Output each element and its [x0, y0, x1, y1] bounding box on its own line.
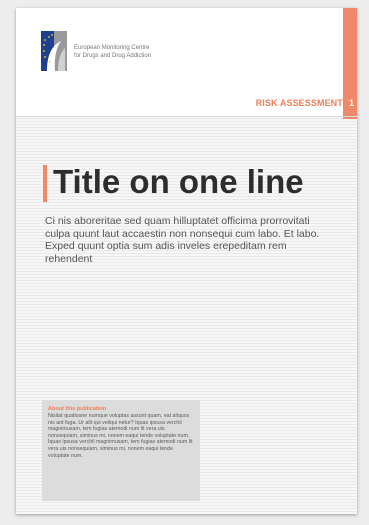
summary-paragraph: Ci nis aboreritae sed quam hilluptatet o… — [45, 215, 320, 265]
about-publication-box: About this publication Nisitat quatiosne… — [42, 400, 200, 501]
about-title: About this publication — [48, 406, 107, 412]
page-number: 1 — [349, 98, 355, 108]
document-page: European Monitoring Centre for Drugs and… — [16, 8, 357, 514]
agency-name-line-1: European Monitoring Centre — [74, 45, 150, 51]
about-text: Nisitat quatiosne numque voluptas assunt… — [48, 413, 193, 459]
page-title: Title on one line — [53, 163, 304, 200]
agency-name-line-2: for Drugs and Drug Addiction — [74, 52, 152, 59]
page-header: European Monitoring Centre for Drugs and… — [16, 8, 357, 116]
section-label: RISK ASSESSMENTS — [255, 98, 349, 108]
title-accent-marker — [43, 165, 47, 202]
header-divider — [16, 116, 357, 117]
emcdda-logo-icon — [41, 31, 67, 71]
agency-name: European Monitoring Centre for Drugs and… — [74, 45, 151, 60]
